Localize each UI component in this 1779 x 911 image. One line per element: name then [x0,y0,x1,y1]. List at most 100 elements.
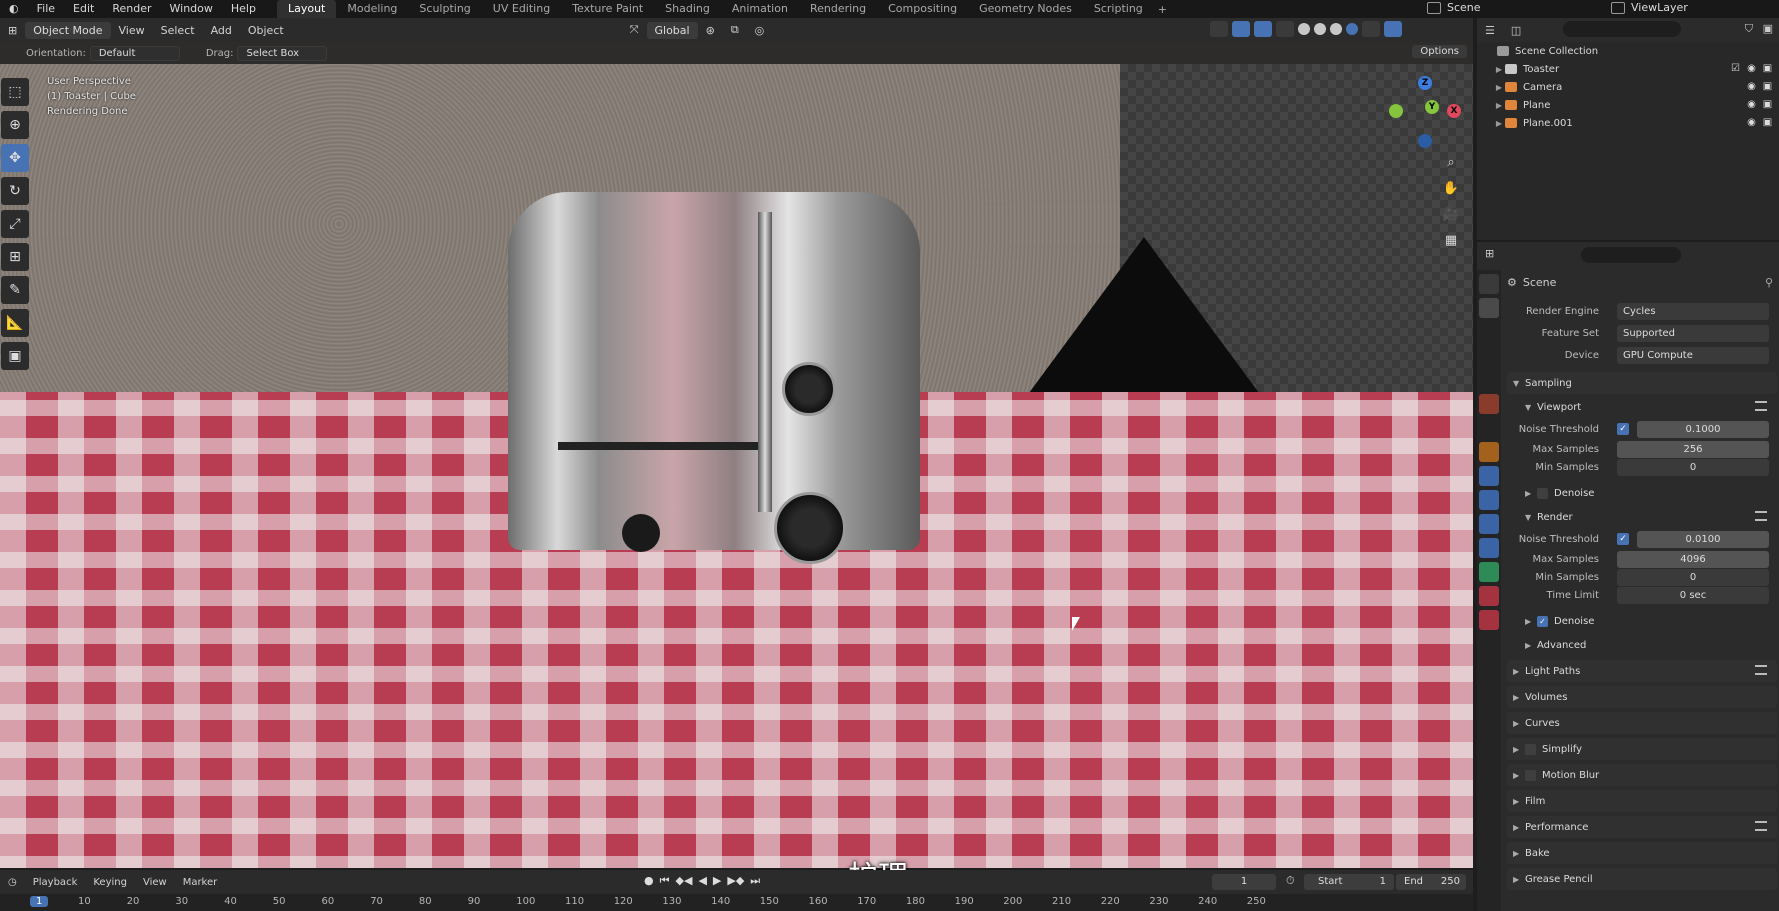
render-presets-icon[interactable] [1755,511,1767,521]
workspace-tab-scripting[interactable]: Scripting [1083,0,1154,18]
jump-end-icon[interactable]: ⏭ [750,874,760,888]
eye-icon[interactable]: ◉ [1746,81,1757,92]
expand-arrow-icon[interactable]: ▶ [1493,119,1505,128]
feature-set-dropdown[interactable]: Supported [1617,324,1769,342]
measure-tool-icon[interactable]: 📐 [1,309,29,337]
properties-search-input[interactable] [1581,247,1681,263]
pause-render-icon[interactable] [1384,21,1402,37]
editor-type-icon[interactable]: ⊞ [0,24,25,37]
end-frame-field[interactable]: End 250 [1396,874,1466,890]
material-shading-icon[interactable] [1330,23,1342,35]
view-layer-tab-icon[interactable] [1479,346,1499,366]
expand-arrow-icon[interactable]: ▶ [1493,83,1505,92]
collection-tab-icon[interactable] [1479,418,1499,438]
workspace-tab-shading[interactable]: Shading [654,0,721,18]
panel-volumes[interactable]: ▶ Volumes [1507,686,1777,708]
pan-hand-icon[interactable]: ✋ [1440,178,1462,200]
mode-dropdown[interactable]: Object Mode [25,21,111,39]
panel-enable-checkbox[interactable] [1525,743,1536,755]
play-icon[interactable]: ▶ [713,874,721,888]
render-tab-icon[interactable] [1479,298,1499,318]
visibility-icon[interactable] [1210,21,1228,37]
add-workspace-icon[interactable]: + [1154,3,1171,16]
viewport-noise-threshold-checkbox[interactable]: ✓ [1617,423,1629,435]
world-tab-icon[interactable] [1479,394,1499,414]
drag-dropdown[interactable]: Select Box [237,45,328,61]
workspace-tab-uv-editing[interactable]: UV Editing [482,0,561,18]
3d-viewport[interactable]: Orientation: Default Drag: Select Box Op… [0,42,1473,868]
menu-render[interactable]: Render [103,0,160,18]
stopwatch-icon[interactable]: ⏱ [1286,874,1295,888]
sampling-panel[interactable]: ▼ Sampling [1507,372,1777,394]
panel-presets-icon[interactable] [1755,665,1767,675]
scene-collection-row[interactable]: Scene Collection [1477,42,1779,60]
current-frame-marker[interactable]: 1 [30,896,49,907]
panel-grease-pencil[interactable]: ▶ Grease Pencil [1507,868,1777,890]
outliner-search-input[interactable] [1563,21,1681,37]
constraints-tab-icon[interactable] [1479,538,1499,558]
rendered-shading-icon[interactable] [1346,23,1358,35]
play-reverse-icon[interactable]: ◀ [698,874,706,888]
next-keyframe-icon[interactable]: ▶◆ [727,874,744,888]
viewport-noise-threshold-field[interactable]: 0.1000 [1637,420,1769,438]
scene-selector[interactable]: Scene [1421,0,1601,16]
workspace-tab-sculpting[interactable]: Sculpting [408,0,481,18]
timeline-ruler[interactable]: 1 10 20 30 40 50 60 70 80 90 100 110 120 130 140 150 160… [0,894,1473,911]
particles-tab-icon[interactable] [1479,490,1499,510]
panel-presets-icon[interactable] [1755,821,1767,831]
start-frame-field[interactable]: Start 1 [1304,874,1394,890]
blender-logo-icon[interactable]: ◐ [0,0,28,18]
device-dropdown[interactable]: GPU Compute [1617,346,1769,364]
menu-view[interactable]: View [111,24,153,37]
panel-simplify[interactable]: ▶ Simplify [1507,738,1777,760]
menu-marker[interactable]: Marker [175,877,226,888]
eye-icon[interactable]: ◉ [1746,63,1757,74]
physics-tab-icon[interactable] [1479,514,1499,534]
workspace-tab-layout[interactable]: Layout [276,0,337,18]
panel-motion-blur[interactable]: ▶ Motion Blur [1507,764,1777,786]
current-frame-field[interactable]: 1 [1212,874,1276,890]
menu-add[interactable]: Add [203,24,240,37]
pivot-icon[interactable]: ⊛ [698,24,723,37]
menu-object[interactable]: Object [240,24,292,37]
rotate-tool-icon[interactable]: ↻ [1,177,29,205]
pin-icon[interactable]: ⚲ [1765,276,1773,289]
overlay-toggle-icon[interactable] [1254,21,1272,37]
properties-editor-icon[interactable]: ⊞ [1485,247,1494,260]
tool-tab-icon[interactable] [1479,274,1499,294]
workspace-tab-modeling[interactable]: Modeling [336,0,408,18]
wireframe-shading-icon[interactable] [1298,23,1310,35]
scene-tab-icon[interactable] [1479,370,1499,390]
render-engine-dropdown[interactable]: Cycles [1617,302,1769,320]
render-max-samples-field[interactable]: 4096 [1617,550,1769,568]
gizmo-y-negative-axis[interactable] [1389,104,1403,118]
scale-tool-icon[interactable]: ⤢ [1,210,29,238]
workspace-tab-animation[interactable]: Animation [721,0,799,18]
solid-shading-icon[interactable] [1314,23,1326,35]
viewport-min-samples-field[interactable]: 0 [1617,458,1769,476]
exclude-checkbox-icon[interactable]: ☑ [1730,63,1741,74]
panel-performance[interactable]: ▶ Performance [1507,816,1777,838]
orientation-dropdown[interactable]: Default [89,45,180,61]
display-mode-icon[interactable]: ◫ [1503,24,1529,37]
transform-tool-icon[interactable]: ⊞ [1,243,29,271]
add-cube-tool-icon[interactable]: ▣ [1,342,29,370]
menu-playback[interactable]: Playback [25,877,86,888]
jump-start-icon[interactable]: ⏮ [660,874,670,888]
modifier-tab-icon[interactable] [1479,466,1499,486]
select-tool-icon[interactable]: ⬚ [1,78,29,106]
timeline-editor-icon[interactable]: ◷ [0,877,25,888]
viewport-denoise-subpanel[interactable]: ▶ Denoise [1507,482,1777,504]
navigation-gizmo[interactable]: Z Y X [1385,74,1465,154]
outliner-item-camera[interactable]: ▶ Camera ◉ ▣ [1477,78,1779,96]
advanced-subpanel[interactable]: ▶ Advanced [1507,634,1777,656]
gizmo-z-axis[interactable]: Z [1418,76,1432,90]
outliner-editor-icon[interactable]: ☰ [1477,24,1503,37]
render-camera-icon[interactable]: ▣ [1762,117,1773,128]
move-tool-icon[interactable]: ✥ [1,144,29,172]
options-button[interactable]: Options [1412,45,1467,58]
viewport-max-samples-field[interactable]: 256 [1617,440,1769,458]
render-noise-threshold-checkbox[interactable]: ✓ [1617,533,1629,545]
cursor-tool-icon[interactable]: ⊕ [1,111,29,139]
prev-keyframe-icon[interactable]: ◆◀ [676,874,693,888]
